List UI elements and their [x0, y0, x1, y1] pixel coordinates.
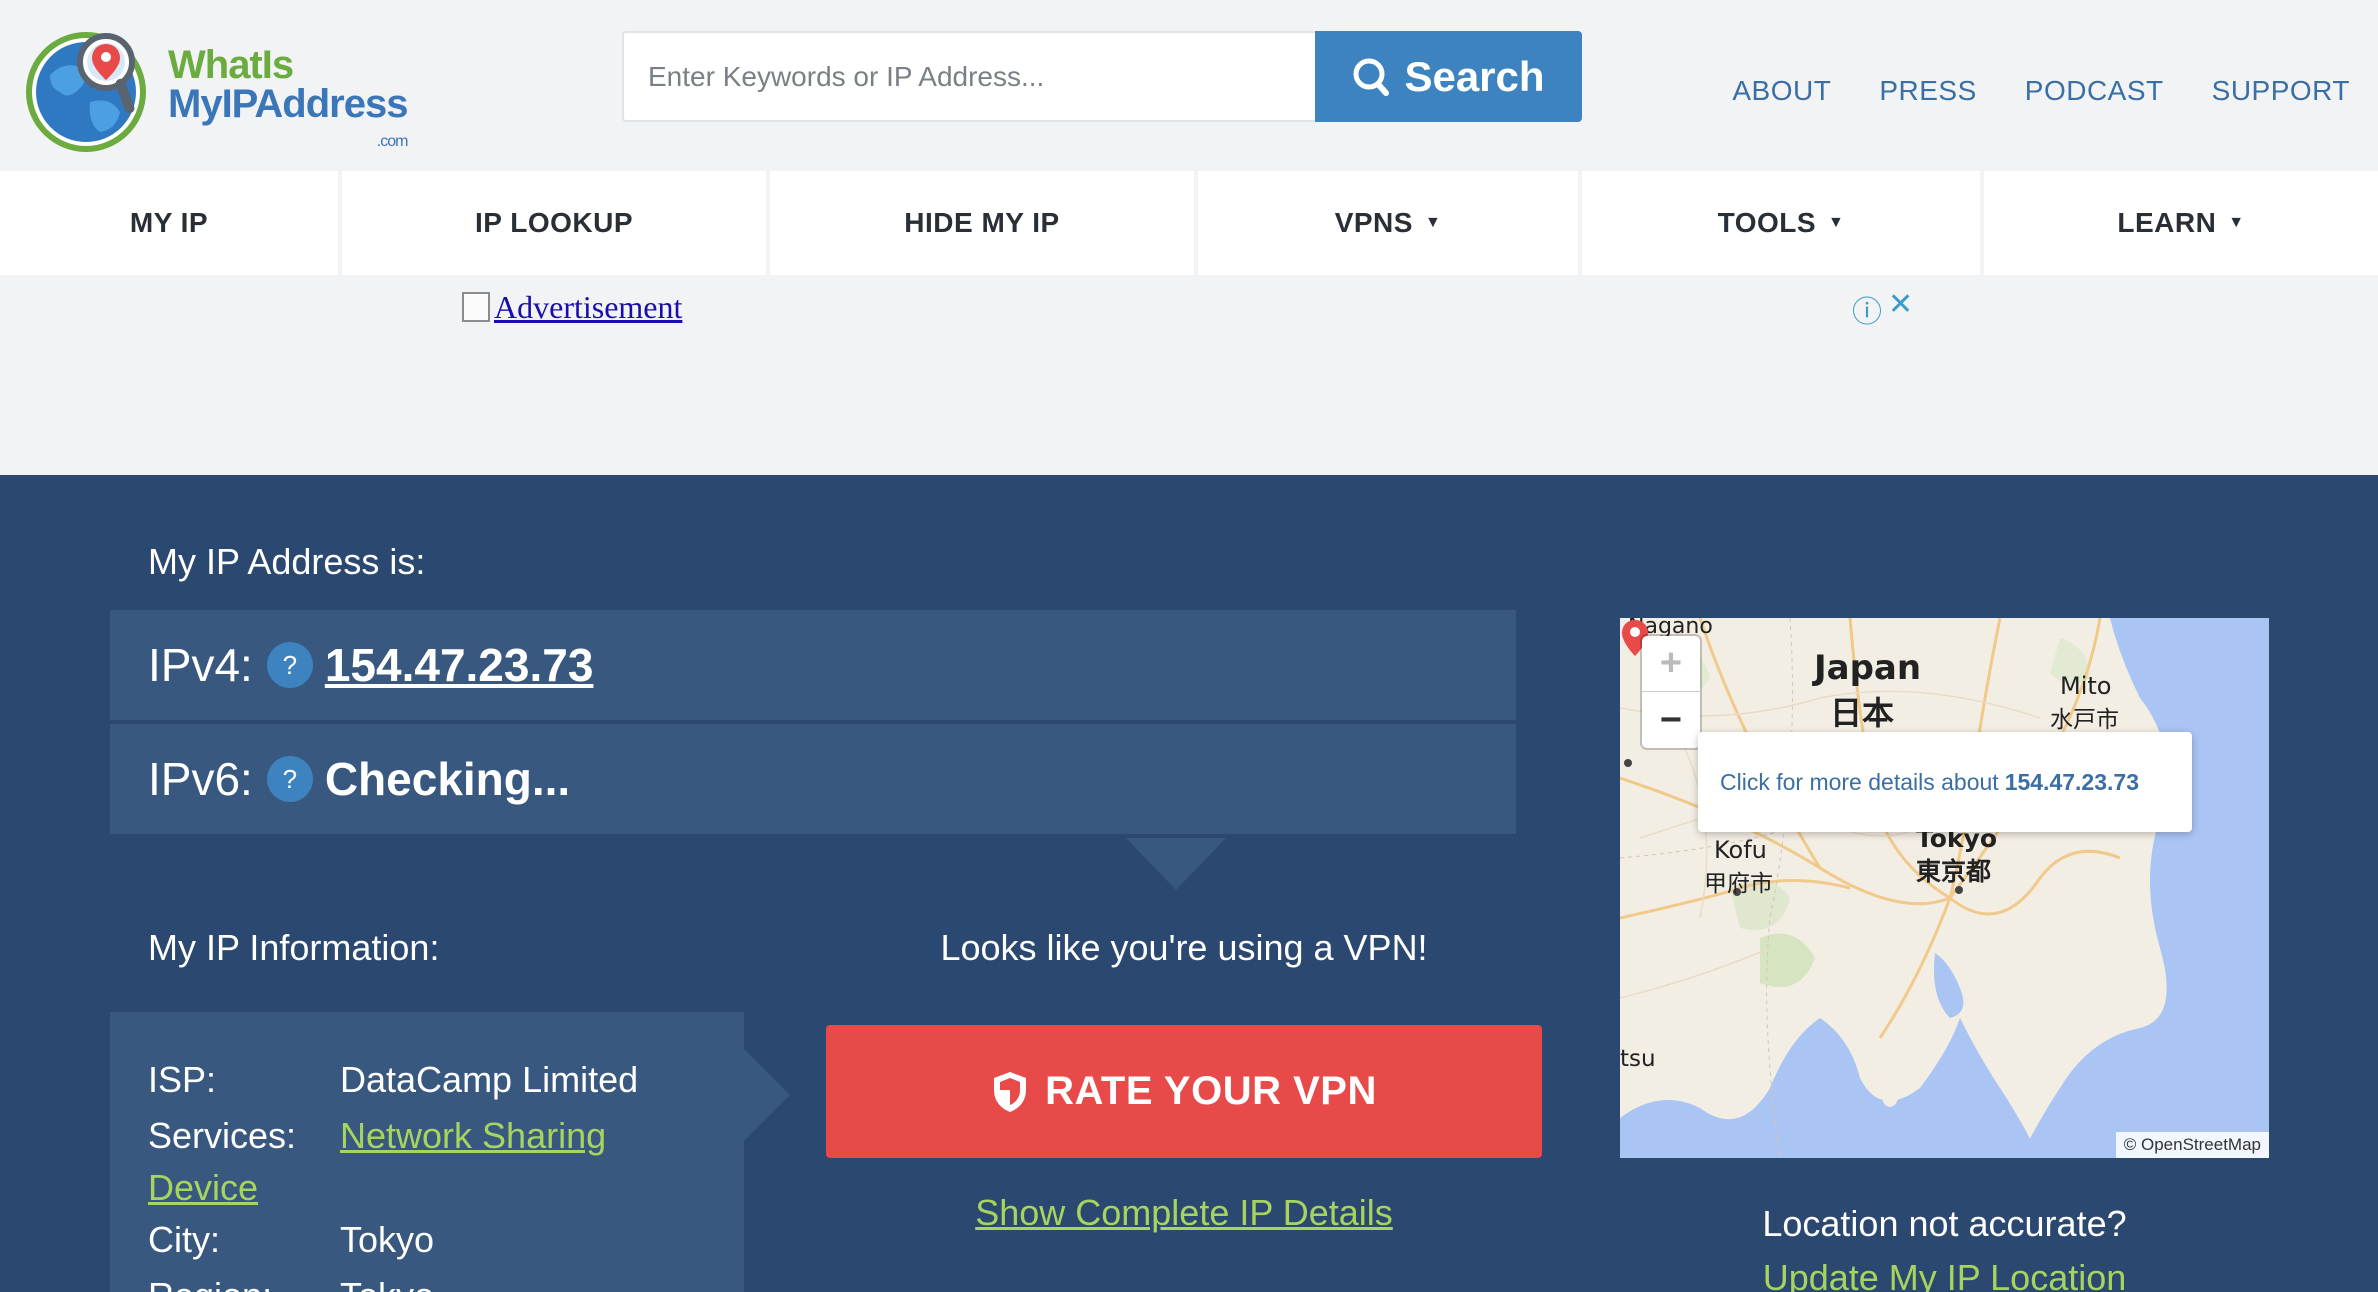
region-value: Tokyo [340, 1275, 434, 1292]
search-button[interactable]: Search [1315, 31, 1582, 122]
caret-down-icon: ▼ [1424, 214, 1442, 231]
map-label-mito-jp: 水戸市 [2050, 707, 2119, 733]
top-link-support[interactable]: SUPPORT [2212, 75, 2350, 107]
top-link-podcast[interactable]: PODCAST [2025, 75, 2164, 107]
rate-vpn-button[interactable]: RATE YOUR VPN [826, 1025, 1542, 1158]
nav-label: TOOLS [1717, 207, 1817, 238]
isp-label: ISP: [148, 1059, 217, 1100]
map-label-tsu: tsu [1620, 1046, 1656, 1072]
logo-line-2: MyIPAddress [168, 82, 408, 127]
map-label-japan-jp: 日本 [1830, 694, 1895, 732]
show-complete-details-link[interactable]: Show Complete IP Details [975, 1192, 1393, 1233]
map-label-japan: Japan [1814, 648, 1922, 688]
region-label: Region: [148, 1275, 340, 1292]
rate-vpn-label: RATE YOUR VPN [1045, 1069, 1377, 1113]
panel-notch [1126, 838, 1226, 890]
map-label-kofu-jp: 甲府市 [1704, 871, 1773, 897]
info-row-isp: ISP: DataCamp Limited [148, 1052, 744, 1108]
location-map[interactable]: Nagano Japan 日本 Mito 水戸市 Kofu 甲府市 Tokyo … [1620, 618, 2269, 1158]
map-label-mito: Mito [2060, 672, 2112, 700]
nav-ip-lookup[interactable]: IP LOOKUP [342, 171, 766, 275]
map-attribution[interactable]: © OpenStreetMap [2115, 1132, 2269, 1158]
top-links: ABOUT PRESS PODCAST SUPPORT [1732, 75, 2350, 107]
ad-close-icon[interactable]: ✕ [1888, 287, 1913, 331]
broken-image-icon [462, 292, 490, 322]
show-details-wrapper: Show Complete IP Details [826, 1192, 1542, 1234]
globe-logo-icon [26, 32, 146, 152]
ip-info-heading: My IP Information: [148, 927, 440, 968]
search-input[interactable] [624, 33, 1315, 120]
info-row-services-wrap: Device [148, 1164, 744, 1212]
main-nav: MY IP IP LOOKUP HIDE MY IP VPNS ▼ TOOLS ▼ … [0, 171, 2378, 275]
ipv4-row: IPv4: ? 154.47.23.73 [110, 610, 1516, 720]
info-row-region: Region: Tokyo [148, 1268, 744, 1292]
update-location-link[interactable]: Update My IP Location [1763, 1257, 2127, 1292]
zoom-out-button[interactable]: − [1642, 692, 1700, 748]
info-row-services: Services: Network Sharing [148, 1108, 744, 1164]
ipv4-label: IPv4: [148, 639, 253, 691]
logo-wordmark: WhatIs MyIPAddress .com [168, 43, 408, 149]
nav-label: VPNS [1334, 207, 1413, 238]
search-field-wrapper [622, 31, 1315, 122]
popup-ip: 154.47.23.73 [2004, 768, 2139, 795]
zoom-in-button[interactable]: + [1642, 636, 1700, 692]
ip-heading: My IP Address is: [148, 541, 426, 582]
top-link-about[interactable]: ABOUT [1732, 75, 1831, 107]
nav-label: HIDE MY IP [904, 207, 1060, 238]
vpn-message: Looks like you're using a VPN! [940, 927, 1428, 968]
ad-controls: ⓘ ✕ [1852, 287, 1913, 331]
nav-label: IP LOOKUP [474, 207, 633, 238]
popup-text: Click for more details about [1720, 768, 1999, 795]
ipv6-label: IPv6: [148, 753, 253, 805]
isp-value: DataCamp Limited [340, 1059, 639, 1100]
services-link[interactable]: Network Sharing [340, 1115, 606, 1156]
search-button-label: Search [1404, 52, 1545, 100]
services-link-continued[interactable]: Device [148, 1167, 258, 1209]
nav-learn[interactable]: LEARN ▼ [1984, 171, 2378, 275]
nav-vpns[interactable]: VPNS ▼ [1198, 171, 1578, 275]
ipv6-row: IPv6: ? Checking... [110, 724, 1516, 834]
site-logo[interactable]: WhatIs MyIPAddress .com [20, 20, 440, 160]
map-label-tokyo-jp: 東京都 [1916, 857, 1992, 886]
nav-label: MY IP [129, 207, 209, 238]
shield-icon [994, 1071, 1027, 1112]
ipv6-help-icon[interactable]: ? [266, 756, 313, 802]
site-header: WhatIs MyIPAddress .com Search ABOUT PRE… [0, 0, 2378, 171]
logo-line-1: WhatIs [168, 43, 294, 87]
ip-hero-section: My IP Address is: IPv4: ? 154.47.23.73 I… [0, 475, 2378, 1292]
caret-down-icon: ▼ [1828, 214, 1845, 231]
ipv4-help-icon[interactable]: ? [266, 642, 313, 688]
ipv4-value[interactable]: 154.47.23.73 [325, 638, 594, 692]
nav-hide-my-ip[interactable]: HIDE MY IP [770, 171, 1194, 275]
top-link-press[interactable]: PRESS [1879, 75, 1976, 107]
advertisement-link[interactable]: Advertisement [462, 289, 682, 326]
info-row-city: City: Tokyo [148, 1212, 744, 1268]
location-link-wrapper: Update My IP Location [1620, 1257, 2269, 1292]
location-question: Location not accurate? [1762, 1203, 2127, 1244]
logo-line-3: .com [376, 133, 409, 150]
city-label: City: [148, 1219, 220, 1260]
ipv6-value: Checking... [324, 753, 571, 805]
map-zoom-controls: + − [1642, 636, 1700, 748]
ip-info-panel: ISP: DataCamp Limited Services: Network … [110, 1012, 744, 1292]
caret-down-icon: ▼ [2228, 214, 2245, 231]
search-icon [1353, 58, 1390, 96]
nav-label: LEARN [2117, 207, 2217, 238]
ad-banner: Advertisement ⓘ ✕ [0, 275, 2378, 475]
map-label-kofu: Kofu [1714, 836, 1767, 864]
city-value: Tokyo [340, 1219, 435, 1260]
map-popup[interactable]: Click for more details about 154.47.23.7… [1698, 732, 2192, 832]
nav-my-ip[interactable]: MY IP [0, 171, 338, 275]
advertisement-alt-text: Advertisement [494, 289, 683, 325]
nav-tools[interactable]: TOOLS ▼ [1582, 171, 1980, 275]
info-panel-arrow [744, 1049, 790, 1141]
ad-info-icon[interactable]: ⓘ [1852, 287, 1882, 331]
services-label: Services: [148, 1115, 297, 1156]
